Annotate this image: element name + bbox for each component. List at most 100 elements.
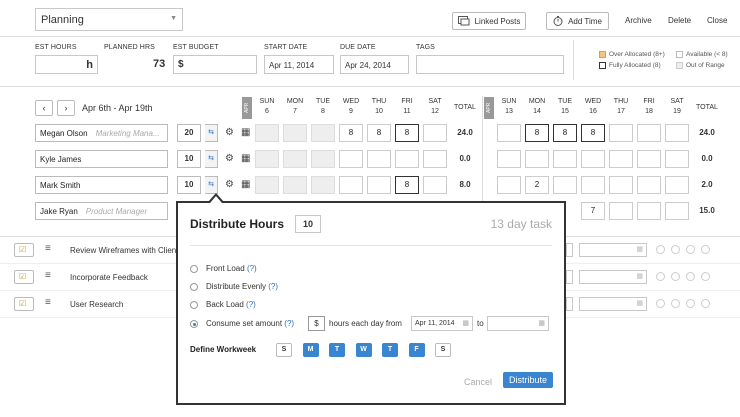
sort-icon[interactable]: ≡ (45, 297, 51, 308)
week1-hour-cell[interactable] (255, 176, 279, 194)
week1-hour-cell[interactable] (367, 176, 391, 194)
clock-icon[interactable] (656, 245, 665, 254)
week2-hour-cell[interactable] (581, 176, 605, 194)
week1-hour-cell[interactable] (311, 176, 335, 194)
week2-hour-cell[interactable]: 7 (581, 202, 605, 220)
week2-hour-cell[interactable]: 2 (525, 176, 549, 194)
calendar-icon[interactable]: ▦ (636, 272, 643, 280)
week1-hour-cell[interactable] (339, 150, 363, 168)
front-load-option[interactable]: Front Load (?) (206, 264, 257, 273)
consume-set-amount-help[interactable]: (?) (284, 319, 294, 328)
due-date-input[interactable]: Apr 24, 2014 (340, 55, 409, 74)
week1-hour-cell[interactable]: 8 (339, 124, 363, 142)
distribute-icon[interactable]: ⇆ (205, 150, 218, 168)
week2-hour-cell[interactable] (609, 176, 633, 194)
est-hours-input[interactable]: h (35, 55, 98, 74)
to-calendar-icon[interactable]: ▦ (538, 319, 545, 327)
next-week-button[interactable]: › (57, 100, 75, 116)
close-icon[interactable] (701, 272, 710, 281)
task-date-input[interactable]: ▦ (579, 270, 647, 284)
project-select[interactable]: Planning ▼ (35, 8, 183, 31)
front-load-radio[interactable] (190, 265, 198, 273)
week1-hour-cell[interactable]: 8 (367, 124, 391, 142)
week2-hour-cell[interactable] (581, 150, 605, 168)
gear-icon[interactable]: ⚙ (225, 153, 234, 164)
calendar-icon[interactable]: ▦ (636, 299, 643, 307)
sort-icon[interactable]: ≡ (45, 270, 51, 281)
calendar-icon[interactable]: ▦ (241, 153, 250, 164)
add-time-button[interactable]: Add Time (546, 12, 609, 30)
link-icon[interactable] (671, 245, 680, 254)
week2-hour-cell[interactable] (553, 176, 577, 194)
task-date-input[interactable]: ▦ (579, 243, 647, 257)
week1-hour-cell[interactable] (395, 150, 419, 168)
task-checkbox[interactable]: ☑ (14, 297, 34, 311)
task-field-edge[interactable] (566, 270, 573, 284)
calendar-icon[interactable]: ▦ (241, 179, 250, 190)
workweek-day-toggle[interactable]: M (302, 343, 319, 357)
link-icon[interactable] (671, 272, 680, 281)
week2-hour-cell[interactable] (525, 150, 549, 168)
start-date-input[interactable]: Apr 11, 2014 (264, 55, 334, 74)
week2-hour-cell[interactable] (497, 176, 521, 194)
link-icon[interactable] (671, 299, 680, 308)
week1-hour-cell[interactable] (311, 150, 335, 168)
clock-icon[interactable] (656, 272, 665, 281)
week2-hour-cell[interactable] (665, 176, 689, 194)
distribute-evenly-help[interactable]: (?) (268, 282, 278, 291)
calendar-icon[interactable]: ▦ (241, 127, 250, 138)
person-hours-input[interactable]: 20 (177, 124, 201, 142)
gear-icon[interactable]: ⚙ (225, 127, 234, 138)
week1-hour-cell[interactable] (255, 150, 279, 168)
task-name[interactable]: Incorporate Feedback (70, 273, 148, 282)
cancel-button[interactable]: Cancel (464, 377, 492, 387)
week1-hour-cell[interactable] (283, 124, 307, 142)
distribute-button[interactable]: Distribute (503, 372, 553, 388)
clock-icon[interactable] (656, 299, 665, 308)
week1-hour-cell[interactable] (423, 124, 447, 142)
amount-input[interactable]: $ (308, 316, 325, 331)
person-hours-input[interactable]: 10 (177, 176, 201, 194)
week2-hour-cell[interactable] (665, 150, 689, 168)
workweek-day-toggle[interactable]: T (329, 343, 345, 357)
week1-hour-cell[interactable] (423, 150, 447, 168)
task-name[interactable]: Review Wireframes with Client (70, 246, 178, 255)
week1-hour-cell[interactable] (367, 150, 391, 168)
week2-hour-cell[interactable]: 8 (553, 124, 577, 142)
back-load-help[interactable]: (?) (246, 300, 256, 309)
week1-hour-cell[interactable]: 8 (395, 124, 419, 142)
week1-hour-cell[interactable] (283, 150, 307, 168)
person-name-field[interactable]: Mark Smith (35, 176, 168, 194)
week2-hour-cell[interactable] (665, 202, 689, 220)
week2-hour-cell[interactable] (637, 176, 661, 194)
front-load-help[interactable]: (?) (247, 264, 257, 273)
week2-hour-cell[interactable] (609, 202, 633, 220)
workweek-day-toggle[interactable]: S (276, 343, 292, 357)
week2-hour-cell[interactable] (637, 150, 661, 168)
back-load-option[interactable]: Back Load (?) (206, 300, 256, 309)
delete-button[interactable]: Delete (668, 16, 691, 25)
distribute-evenly-radio[interactable] (190, 283, 198, 291)
person-hours-input[interactable]: 10 (177, 150, 201, 168)
week2-hour-cell[interactable] (497, 150, 521, 168)
week2-hour-cell[interactable] (553, 150, 577, 168)
task-date-input[interactable]: ▦ (579, 297, 647, 311)
week1-hour-cell[interactable] (283, 176, 307, 194)
person-name-field[interactable]: Megan Olson Marketing Mana... (35, 124, 168, 142)
workweek-day-toggle[interactable]: S (435, 343, 451, 357)
task-checkbox[interactable]: ☑ (14, 243, 34, 257)
tags-input[interactable] (416, 55, 564, 74)
week2-hour-cell[interactable]: 8 (581, 124, 605, 142)
est-budget-input[interactable]: $ (173, 55, 257, 74)
task-field-edge[interactable] (566, 243, 573, 257)
week1-hour-cell[interactable] (255, 124, 279, 142)
task-name[interactable]: User Research (70, 300, 123, 309)
week1-hour-cell[interactable] (339, 176, 363, 194)
back-load-radio[interactable] (190, 301, 198, 309)
workweek-day-toggle[interactable]: T (382, 343, 398, 357)
linked-posts-button[interactable]: Linked Posts (452, 12, 526, 30)
distribute-icon[interactable]: ⇆ (205, 176, 218, 194)
workweek-day-toggle[interactable]: W (355, 343, 372, 357)
from-date-input[interactable]: Apr 11, 2014 ▦ (411, 316, 473, 331)
close-icon[interactable] (701, 299, 710, 308)
